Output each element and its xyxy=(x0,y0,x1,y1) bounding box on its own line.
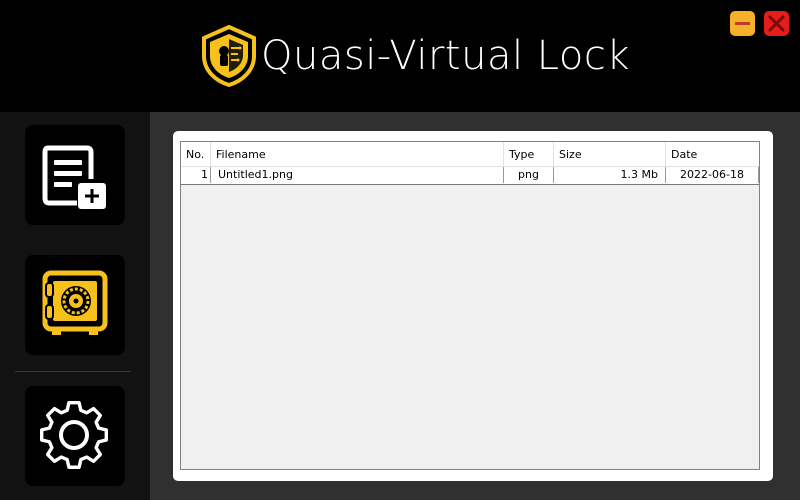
table-row[interactable]: 1 Untitled1.png png 1.3 Mb 2022-06-18 xyxy=(181,167,759,185)
safe-icon xyxy=(42,270,108,335)
file-add-icon xyxy=(42,145,106,209)
gear-icon xyxy=(39,400,109,469)
close-button[interactable] xyxy=(764,11,789,36)
file-list-card: No. Filename Type Size Date 1 Untitled1.… xyxy=(173,131,773,481)
sidebar xyxy=(0,112,150,500)
cell-size: 1.3 Mb xyxy=(554,167,666,183)
column-header-date[interactable]: Date xyxy=(666,142,759,166)
cell-type: png xyxy=(504,167,554,183)
add-file-button[interactable] xyxy=(25,125,125,225)
column-header-size[interactable]: Size xyxy=(554,142,666,166)
file-table[interactable]: No. Filename Type Size Date 1 Untitled1.… xyxy=(180,141,760,470)
shield-lock-icon xyxy=(202,25,256,87)
cell-filename: Untitled1.png xyxy=(211,167,504,183)
cell-date: 2022-06-18 xyxy=(666,167,759,183)
settings-button[interactable] xyxy=(25,386,125,486)
minimize-button[interactable] xyxy=(730,11,755,36)
cell-no: 1 xyxy=(181,167,211,183)
column-header-no[interactable]: No. xyxy=(181,142,211,166)
vault-button[interactable] xyxy=(25,255,125,355)
app-title: Quasi-Virtual Lock xyxy=(261,33,631,79)
main-panel: No. Filename Type Size Date 1 Untitled1.… xyxy=(150,112,800,500)
close-icon xyxy=(768,15,785,32)
column-header-type[interactable]: Type xyxy=(504,142,554,166)
sidebar-divider xyxy=(15,371,131,372)
title-bar: Quasi-Virtual Lock xyxy=(0,0,800,112)
minimize-icon xyxy=(735,22,750,25)
column-header-filename[interactable]: Filename xyxy=(211,142,504,166)
table-header: No. Filename Type Size Date xyxy=(181,142,759,167)
